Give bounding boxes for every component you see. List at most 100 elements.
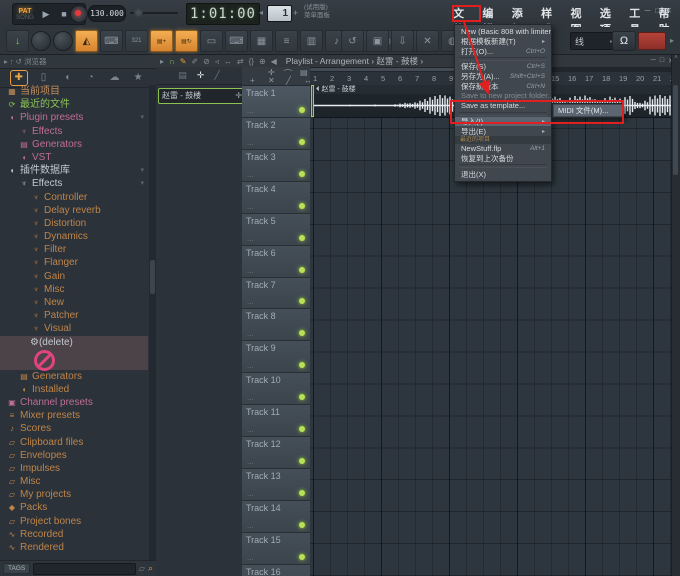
track-led[interactable]: [299, 106, 305, 113]
master-volume-knob[interactable]: [31, 31, 51, 51]
step-edit-icon[interactable]: ▭: [200, 30, 223, 52]
tab-cloud[interactable]: ☁: [106, 71, 122, 85]
step-sequencer-icon[interactable]: ▦: [250, 30, 273, 52]
search-icon[interactable]: ⌕: [148, 563, 153, 574]
menu-item[interactable]: Save as template...: [455, 101, 551, 111]
browser-item[interactable]: ♆ Misc: [0, 283, 148, 296]
browser-item[interactable]: ♆ Effects: [0, 125, 148, 138]
mixer-icon[interactable]: ≡: [275, 30, 298, 52]
picker-tab-automation[interactable]: ╱: [214, 70, 219, 81]
pattern-prev-arrow[interactable]: ◂: [259, 8, 263, 17]
menu-item[interactable]: 导入(I) ▸: [455, 116, 551, 127]
countdown-icon[interactable]: 321: [125, 30, 148, 52]
close-button[interactable]: ✕: [665, 6, 672, 15]
play-button[interactable]: ▶: [37, 9, 55, 20]
autosave-icon[interactable]: ↓: [6, 30, 29, 52]
menu-item[interactable]: 保存新版本 Ctrl+N: [455, 81, 551, 91]
export-icon[interactable]: ⇩: [391, 30, 414, 52]
track-options[interactable]: ...: [247, 393, 254, 402]
track-led[interactable]: [299, 521, 305, 528]
browser-item[interactable]: ♆ New: [0, 296, 148, 309]
browser-scrollbar[interactable]: [149, 85, 156, 560]
collapse-arrow-icon[interactable]: ▾: [140, 177, 144, 190]
play-marker-icon[interactable]: ▸: [160, 57, 164, 66]
header-tool-icon[interactable]: +: [250, 76, 255, 85]
browser-item[interactable]: ♪ Scores: [0, 422, 148, 435]
track-options[interactable]: ...: [247, 106, 254, 115]
menu-item[interactable]: New (Basic 808 with limiter): [455, 27, 551, 37]
menu-item[interactable]: 根据模板新建(T) ▸: [455, 37, 551, 47]
tags-input[interactable]: [33, 562, 136, 575]
tab-files[interactable]: ▯: [35, 71, 51, 85]
browser-item[interactable]: ▱ My projects: [0, 488, 148, 501]
tempo-display[interactable]: 130.000: [88, 5, 126, 22]
tags-button[interactable]: TAGS: [3, 563, 31, 574]
browser-item[interactable]: ▱ Impulses: [0, 462, 148, 475]
track-row[interactable]: Track 6...: [242, 245, 310, 278]
pattern-selector[interactable]: 1: [267, 5, 292, 22]
zoom-icon[interactable]: ⊕: [259, 57, 266, 66]
maximize-button[interactable]: □: [655, 6, 660, 15]
track-row[interactable]: Track 13...: [242, 469, 310, 501]
track-led[interactable]: [299, 234, 305, 241]
browser-item[interactable]: ▱ Clipboard files: [0, 436, 148, 449]
track-options[interactable]: ...: [247, 138, 254, 147]
browser-item[interactable]: ◖ Plugin presets ▾: [0, 111, 148, 124]
loop-record-icon[interactable]: ▤↻: [175, 30, 198, 52]
slip-icon[interactable]: ↔: [224, 57, 232, 66]
track-led[interactable]: [299, 138, 305, 145]
collapse-arrow-icon[interactable]: ▾: [140, 164, 144, 177]
cut-icon[interactable]: ✕: [416, 30, 439, 52]
time-display[interactable]: 1:01:00: [186, 3, 260, 25]
menu-item[interactable]: 导出(E) ▸: [455, 126, 551, 136]
tab-audio[interactable]: ◖: [59, 71, 75, 85]
picker-audio-clip[interactable]: 赵雷 - 鼓楼 ✛: [158, 88, 246, 104]
tab-history[interactable]: ◔: [83, 71, 99, 85]
menu-item[interactable]: 退出(X): [455, 169, 551, 179]
minimize-button[interactable]: ─: [645, 6, 651, 15]
track-options[interactable]: ...: [247, 489, 254, 498]
menu-item[interactable]: NewStuff.flp Alt+1: [455, 144, 551, 154]
vertical-scrollbar[interactable]: ˄: [671, 55, 680, 576]
mute-icon[interactable]: ◃: [215, 57, 219, 66]
track-led[interactable]: [299, 266, 305, 273]
browser-item[interactable]: ▱ Envelopes: [0, 449, 148, 462]
playlist-icon[interactable]: ▥: [300, 30, 323, 52]
playlist-minimize-button[interactable]: ─: [651, 57, 656, 65]
browser-item[interactable]: ♆ Effects ▾: [0, 177, 148, 190]
browser-item[interactable]: ◆ Packs: [0, 501, 148, 514]
track-led[interactable]: [299, 202, 305, 209]
browser-item[interactable]: ♆ Flanger: [0, 256, 148, 269]
recording-flag-button[interactable]: [638, 32, 666, 50]
track-options[interactable]: ...: [247, 361, 254, 370]
browser-item[interactable]: ∿ Rendered: [0, 541, 148, 554]
track-options[interactable]: ...: [247, 553, 254, 562]
track-options[interactable]: ...: [247, 202, 254, 211]
track-options[interactable]: ...: [247, 297, 254, 306]
pencil-icon[interactable]: ✎: [180, 57, 187, 66]
browser-item[interactable]: ▣ Channel presets: [0, 396, 148, 409]
track-row[interactable]: Track 14...: [242, 500, 310, 533]
tab-plugins[interactable]: ✚: [9, 70, 28, 86]
touch-controller-icon[interactable]: Ω: [612, 31, 636, 51]
track-options[interactable]: ...: [247, 170, 254, 179]
browser-item[interactable]: ◖ 插件数据库 ▾: [0, 164, 148, 177]
metronome-icon[interactable]: ◭: [75, 30, 98, 52]
browser-item[interactable]: ▦ 当前项目: [0, 85, 148, 98]
browser-item[interactable]: ≡ Mixer presets: [0, 409, 148, 422]
song-start-marker[interactable]: [311, 85, 314, 117]
browser-item[interactable]: ▤ Generators: [0, 138, 148, 151]
menu-item[interactable]: 另存为(A)... Shift+Ctrl+S: [455, 72, 551, 82]
pat-label[interactable]: PAT: [13, 8, 37, 15]
track-led[interactable]: [299, 362, 305, 369]
track-led[interactable]: [299, 170, 305, 177]
menu-item[interactable]: 打开(O)... Ctrl+O: [455, 46, 551, 56]
toolbar-overflow-arrow[interactable]: ▸: [670, 36, 674, 45]
browser-item-delete[interactable]: ⚙ (delete): [0, 335, 148, 371]
track-options[interactable]: ...: [247, 425, 254, 434]
track-row[interactable]: Track 8...: [242, 309, 310, 342]
browser-item[interactable]: ◖ VST: [0, 151, 148, 164]
playback-icon[interactable]: ◀: [271, 57, 277, 66]
browser-item[interactable]: ♆ Visual: [0, 322, 148, 335]
track-options[interactable]: ...: [247, 266, 254, 275]
